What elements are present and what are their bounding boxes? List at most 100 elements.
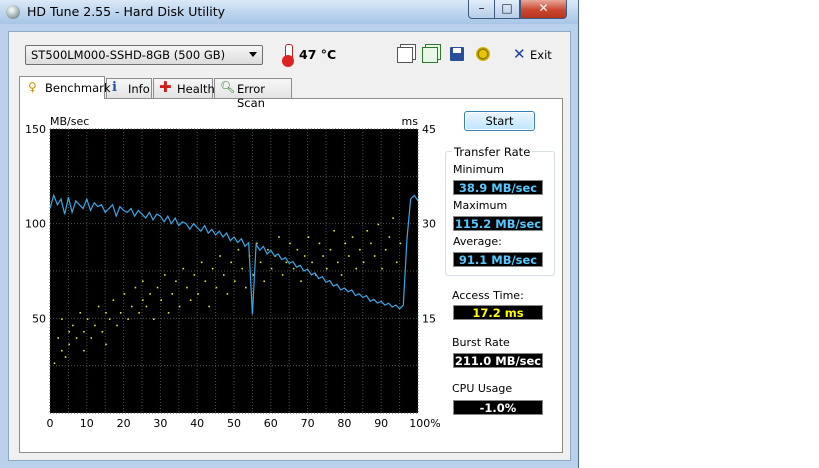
access-time-point <box>145 305 148 308</box>
access-time-point <box>344 242 346 245</box>
access-time-point <box>119 312 122 314</box>
access-time-point <box>86 318 89 320</box>
access-time-point <box>263 280 266 283</box>
access-time-point <box>399 242 402 245</box>
health-options-icon[interactable] <box>476 47 490 61</box>
access-time-point <box>186 286 188 289</box>
burst-rate-label: Burst Rate <box>452 336 510 349</box>
access-time-point <box>97 305 100 308</box>
access-time-point <box>134 286 137 289</box>
magnifier-icon: 🔍︎ <box>220 80 236 94</box>
access-time-point <box>101 330 104 333</box>
app-icon <box>6 5 20 19</box>
access-time-point <box>204 280 207 283</box>
access-time-point <box>388 236 391 238</box>
x-tick-label: 60 <box>264 417 278 430</box>
title-bar[interactable]: HD Tune 2.55 - Hard Disk Utility – □ ✕ <box>0 0 578 24</box>
access-time-point <box>300 280 302 283</box>
access-time-point <box>311 261 313 264</box>
access-time-point <box>90 337 93 339</box>
access-time-point <box>289 242 291 245</box>
y-right-tick-label: 15 <box>422 312 436 325</box>
benchmark-chart: MB/sec ms 150 100 50 45 30 15 0 10 20 30 40 50 60 7… <box>25 115 441 430</box>
y-left-tick-label: 50 <box>32 312 46 325</box>
access-time-point <box>68 330 70 333</box>
maximum-value: 115.2 MB/sec <box>453 216 543 231</box>
access-time-point <box>182 267 185 270</box>
health-cross-icon: ✚ <box>159 78 172 96</box>
access-time-point <box>72 324 74 327</box>
access-time-point <box>116 324 118 327</box>
access-time-point <box>392 217 394 219</box>
access-time-point <box>123 293 126 295</box>
access-time-point <box>340 274 343 276</box>
access-time-point <box>278 236 280 238</box>
access-time-point <box>64 356 67 358</box>
x-ticks: 0 10 20 30 40 50 60 70 80 90 100% <box>47 417 441 430</box>
tab-health[interactable]: ✚ Health <box>153 78 215 98</box>
access-time-point <box>333 229 335 232</box>
access-time-point <box>160 299 162 301</box>
access-time-point <box>149 293 151 295</box>
access-time-point <box>259 261 262 264</box>
access-time-point <box>94 324 96 327</box>
drive-select[interactable]: ST500LM000-SSHD-8GB (500 GB) <box>25 45 263 65</box>
minimum-value: 38.9 MB/sec <box>453 180 543 195</box>
access-time-point <box>208 305 210 308</box>
access-time-point <box>53 362 56 365</box>
access-time-point <box>138 312 140 314</box>
tab-label: Benchmark <box>45 81 111 95</box>
access-time-point <box>329 248 332 251</box>
benchmark-icon: ♀ <box>28 80 37 94</box>
access-time-point <box>230 261 232 264</box>
copy-options-icon[interactable] <box>422 47 438 63</box>
tab-info[interactable]: i Info <box>106 78 152 98</box>
access-time-point <box>270 267 273 270</box>
access-time-point <box>281 274 284 276</box>
tab-label: Error Scan <box>237 82 266 110</box>
tab-error-scan[interactable]: 🔍︎ Error Scan <box>214 78 292 110</box>
x-tick-label: 10 <box>80 417 94 430</box>
access-time-point <box>348 255 350 257</box>
exit-icon[interactable]: ✕ <box>513 45 526 63</box>
maximize-button[interactable]: □ <box>494 0 520 19</box>
access-time-point <box>226 293 229 295</box>
y-left-axis-label: MB/sec <box>50 115 89 128</box>
access-time-point <box>377 223 380 226</box>
access-time-point <box>234 280 236 283</box>
close-button[interactable]: ✕ <box>520 0 567 19</box>
x-tick-label: 80 <box>337 417 351 430</box>
access-time-point <box>373 255 376 257</box>
thermometer-bulb-icon <box>282 55 294 67</box>
tab-label: Info <box>128 82 150 96</box>
access-time-point <box>351 236 354 238</box>
access-time-point <box>370 242 372 245</box>
copy-icon[interactable] <box>397 47 413 63</box>
access-time-point <box>296 248 299 251</box>
info-icon: i <box>112 80 117 95</box>
tab-benchmark[interactable]: ♀ Benchmark <box>19 76 111 99</box>
access-time-point <box>267 248 269 251</box>
x-tick-label: 0 <box>47 417 54 430</box>
start-button[interactable]: Start <box>464 111 535 131</box>
access-time-point <box>156 286 159 289</box>
access-time-point <box>105 312 107 314</box>
minimum-label: Minimum <box>453 163 504 176</box>
chevron-down-icon <box>249 52 257 57</box>
access-time-point <box>57 337 59 339</box>
transfer-rate-title: Transfer Rate <box>452 145 533 159</box>
exit-button[interactable]: Exit <box>530 48 552 62</box>
access-time-point <box>222 274 225 276</box>
y-right-ticks: 45 30 15 <box>422 123 436 325</box>
access-time-point <box>355 267 358 270</box>
access-time-point <box>153 318 155 320</box>
access-time-point <box>384 248 387 251</box>
minimize-button[interactable]: – <box>468 0 495 19</box>
access-time-point <box>112 299 115 301</box>
save-icon[interactable] <box>450 47 464 61</box>
x-tick-label: 90 <box>374 417 388 430</box>
access-time-point <box>322 255 324 257</box>
access-time-point <box>197 293 199 295</box>
access-time-point <box>245 286 247 289</box>
x-tick-label: 40 <box>190 417 204 430</box>
